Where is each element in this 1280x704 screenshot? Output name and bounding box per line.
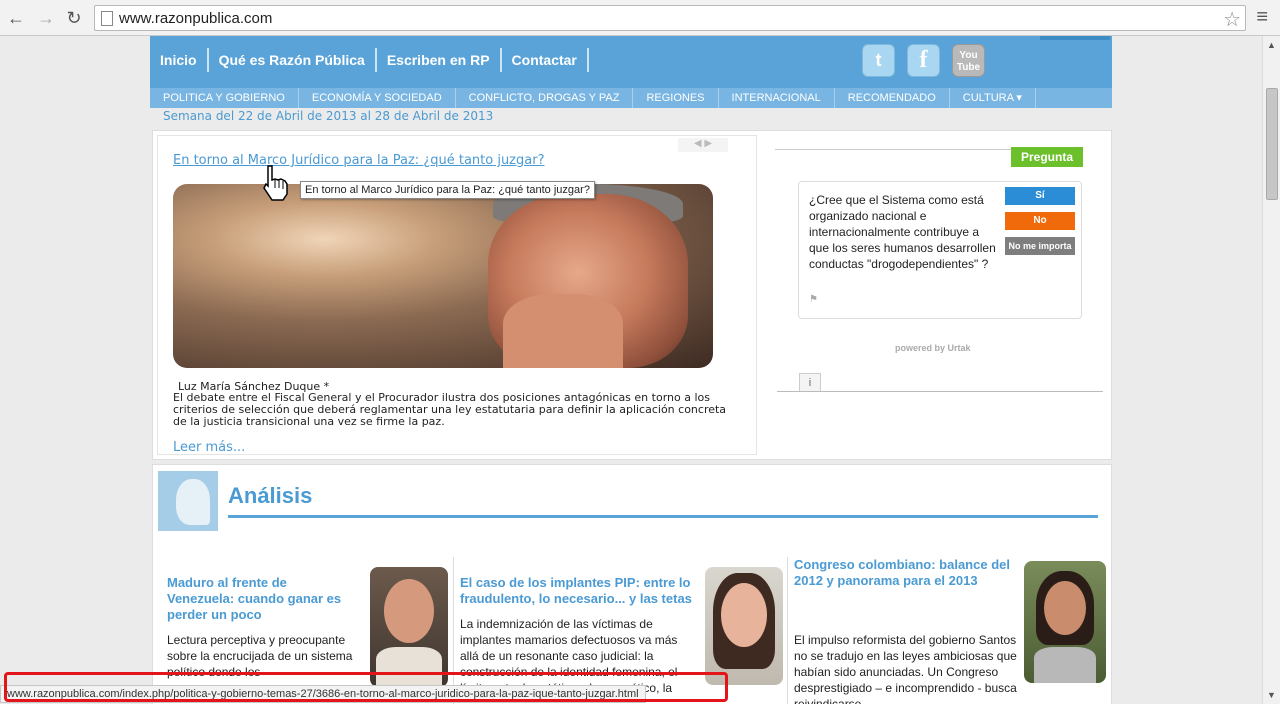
nav-escriben[interactable]: Escriben en RP	[377, 48, 502, 72]
vote-no-button[interactable]: No	[1005, 212, 1075, 230]
week-label: Semana del 22 de Abril de 2013 al 28 de …	[163, 109, 494, 123]
pregunta-button[interactable]: Pregunta	[1011, 147, 1083, 167]
scroll-down-icon[interactable]: ▼	[1267, 690, 1276, 700]
featured-box: ◀ ▶ En torno al Marco Jurídico para la P…	[152, 130, 1112, 460]
read-more-link[interactable]: Leer más...	[173, 440, 245, 455]
vertical-scrollbar[interactable]: ▲ ▼	[1262, 36, 1280, 704]
featured-photo[interactable]	[173, 184, 713, 368]
address-url[interactable]: www.razonpublica.com	[119, 10, 272, 27]
nav-contactar[interactable]: Contactar	[502, 48, 589, 72]
article-card: Congreso colombiano: balance del 2012 y …	[787, 557, 1113, 704]
hand-cursor-icon	[263, 165, 288, 201]
forward-arrow-icon[interactable]: →	[34, 6, 58, 30]
featured-summary: El debate entre el Fiscal General y el P…	[173, 391, 727, 428]
reload-icon[interactable]: ↻	[62, 6, 86, 30]
article-thumbnail[interactable]	[705, 567, 783, 685]
page-icon	[101, 11, 113, 26]
subnav-conflicto[interactable]: CONFLICTO, DROGAS Y PAZ	[456, 88, 634, 108]
link-tooltip: En torno al Marco Jurídico para la Paz: …	[300, 181, 595, 199]
colombia-map-icon	[158, 471, 218, 531]
subnav-regiones[interactable]: REGIONES	[633, 88, 719, 108]
article-title-link[interactable]: El caso de los implantes PIP: entre lo f…	[460, 575, 704, 607]
article-title-link[interactable]: Maduro al frente de Venezuela: cuando ga…	[167, 575, 357, 623]
vote-si-button[interactable]: Sí	[1005, 187, 1075, 205]
browser-menu-icon[interactable]: ≡	[1256, 6, 1268, 29]
subnav-recomendado[interactable]: RECOMENDADO	[835, 88, 950, 108]
divider	[777, 391, 1103, 392]
subnav-politica[interactable]: POLITICA Y GOBIERNO	[150, 88, 299, 108]
poll-question-input[interactable]	[775, 146, 1011, 150]
poll-card: ¿Cree que el Sistema como está organizad…	[798, 181, 1082, 319]
thumbnail-face	[1044, 581, 1086, 635]
article-title-link[interactable]: Congreso colombiano: balance del 2012 y …	[794, 557, 1024, 589]
top-navigation: Inicio Qué es Razón Pública Escriben en …	[150, 48, 589, 72]
twitter-icon[interactable]: t	[862, 44, 895, 77]
scrollbar-thumb[interactable]	[1266, 88, 1278, 200]
subnav-cultura[interactable]: CULTURA ▾	[950, 88, 1036, 108]
nav-que-es[interactable]: Qué es Razón Pública	[209, 48, 377, 72]
poll-question: ¿Cree que el Sistema como está organizad…	[809, 193, 996, 271]
article-excerpt: El impulso reformista del gobierno Santo…	[794, 633, 1017, 704]
flag-icon[interactable]: ⚑	[809, 294, 818, 305]
browser-toolbar: ← → ↻ www.razonpublica.com ☆ ≡	[0, 0, 1280, 36]
powered-by[interactable]: powered by Urtak	[895, 343, 971, 353]
youtube-icon[interactable]: You Tube	[952, 44, 985, 77]
article-thumbnail[interactable]	[370, 567, 448, 687]
address-bar[interactable]: www.razonpublica.com ☆	[94, 5, 1246, 31]
photo-hand	[503, 294, 623, 368]
head-silhouette	[176, 479, 210, 525]
highlight-box	[4, 672, 728, 702]
section-title: Análisis	[228, 483, 313, 508]
site-container: Inicio Qué es Razón Pública Escriben en …	[150, 36, 1112, 704]
subnav-economia[interactable]: ECONOMÍA Y SOCIEDAD	[299, 88, 456, 108]
thumbnail-face	[384, 579, 434, 643]
site-header: Inicio Qué es Razón Pública Escriben en …	[150, 36, 1112, 88]
featured-title-link[interactable]: En torno al Marco Jurídico para la Paz: …	[173, 153, 544, 168]
section-underline	[228, 515, 1098, 518]
featured-slider: ◀ ▶ En torno al Marco Jurídico para la P…	[157, 135, 757, 455]
slider-arrows[interactable]: ◀ ▶	[678, 138, 728, 152]
section-navigation: POLITICA Y GOBIERNO ECONOMÍA Y SOCIEDAD …	[150, 88, 1112, 108]
analisis-section: Análisis Maduro al frente de Venezuela: …	[152, 464, 1112, 704]
header-accent	[1040, 36, 1110, 40]
facebook-icon[interactable]: f	[907, 44, 940, 77]
article-thumbnail[interactable]	[1024, 561, 1106, 683]
subnav-internacional[interactable]: INTERNACIONAL	[719, 88, 835, 108]
scroll-up-icon[interactable]: ▲	[1267, 40, 1276, 50]
thumbnail-sweater	[1034, 647, 1096, 683]
thumbnail-face	[721, 583, 767, 647]
info-icon[interactable]: i	[799, 373, 821, 391]
bookmark-star-icon[interactable]: ☆	[1223, 7, 1241, 32]
nav-inicio[interactable]: Inicio	[150, 48, 209, 72]
vote-no-me-importa-button[interactable]: No me importa	[1005, 237, 1075, 255]
back-arrow-icon[interactable]: ←	[4, 6, 28, 30]
